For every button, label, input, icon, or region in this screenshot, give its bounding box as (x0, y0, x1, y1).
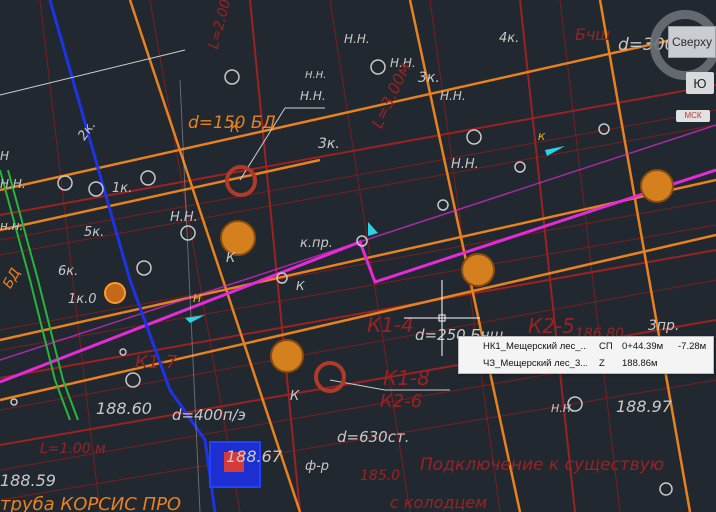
label-l300: L=3.00м (368, 60, 415, 131)
label-k-3: К (290, 389, 300, 404)
label-korsis: труба КОРСИС ПРО (0, 494, 181, 512)
label-l100: L=1.00 м (40, 441, 106, 457)
label-4k: 4к. (499, 31, 519, 46)
label-6k: 6к. (58, 264, 78, 279)
label-nn-1: Н.Н. (305, 70, 326, 81)
tooltip-row: ЧЗ_Мещерский лес_3... Z 188.86м (459, 355, 713, 371)
label-d400: d=400п/э (172, 406, 246, 424)
label-k26: К2-6 (380, 391, 422, 412)
tooltip-object-name: НК1_Мещерский лес_... (483, 341, 587, 352)
label-nn-5: Н.Н. (0, 177, 26, 191)
label-3k-1: 3к. (418, 70, 440, 86)
label-d630: d=630ст. (337, 428, 409, 446)
label-2k: 2к. (75, 118, 99, 143)
label-h: Н (193, 292, 201, 305)
label-nn-4: Н.Н. (551, 402, 575, 415)
label-nn-3: Н.Н. (451, 157, 479, 172)
label-nn-6: Н.Н. (300, 89, 326, 103)
tooltip-row: НК1_Мещерский лес_... СП 0+44.39м -7.28м (459, 338, 713, 354)
tooltip-code: Z (599, 358, 605, 369)
label-bd: БД (0, 266, 24, 292)
label-k18: К1-8 (383, 366, 430, 390)
ucs-menu[interactable]: МСК (676, 110, 710, 122)
label-1850: 185.0 (360, 468, 400, 484)
label-well: с колодцем (390, 493, 487, 512)
viewcube[interactable]: Сверху Ю (650, 2, 716, 94)
tooltip-value-2: -7.28м (678, 341, 707, 352)
label-k25: К2-5 (528, 314, 575, 338)
tooltip-value: 188.86м (622, 358, 658, 369)
label-nn-10: Н.Н. (440, 89, 466, 103)
tooltip-object-name: ЧЗ_Мещерский лес_3... (483, 358, 587, 369)
label-h-2: Н (0, 149, 9, 163)
label-k-4: К (296, 279, 305, 293)
label-connection: Подключение к существую (420, 455, 664, 475)
label-nn-8: Н.Н. (344, 32, 370, 46)
label-nn-2: Н.Н. (170, 210, 198, 225)
tooltip-code: СП (599, 341, 613, 352)
object-tooltip: НК1_Мещерский лес_... СП 0+44.39м -7.28м… (458, 336, 714, 374)
drawing-labels: Н.Н. БД d=150 БД К 2к. 1к. 5к. Н.Н. 6к. … (0, 0, 679, 512)
label-l200: L=2.00м (206, 0, 237, 51)
tooltip-value: 0+44.39м (622, 341, 664, 352)
label-fr: ф-р (305, 459, 329, 474)
drawing-canvas[interactable]: Н.Н. БД d=150 БД К 2к. 1к. 5к. Н.Н. 6к. … (0, 0, 716, 512)
label-18859: 188.59 (0, 471, 56, 490)
label-kpr: к.пр. (300, 236, 333, 251)
label-18867: 188.67 (226, 447, 283, 466)
label-5k: 5к. (84, 225, 104, 240)
label-1k: 1к. (112, 181, 132, 196)
viewcube-compass-south[interactable]: Ю (686, 72, 714, 94)
label-k-2: К (226, 251, 236, 266)
label-bchsh: Бчш (575, 25, 610, 44)
label-k14: К1-4 (367, 313, 414, 337)
label-18860: 188.60 (96, 399, 152, 418)
viewcube-top-face[interactable]: Сверху (668, 26, 716, 58)
label-k17: К1-7 (135, 352, 178, 373)
label-1k0: 1к.0 (68, 292, 97, 307)
label-k-1: К (230, 120, 241, 136)
label-k-yellow: К (538, 132, 546, 143)
label-3k-2: 3к. (318, 136, 340, 152)
label-3pr: 3пр. (648, 318, 679, 334)
label-18897: 188.97 (616, 397, 673, 416)
label-nn-9: н.н. (0, 219, 23, 233)
